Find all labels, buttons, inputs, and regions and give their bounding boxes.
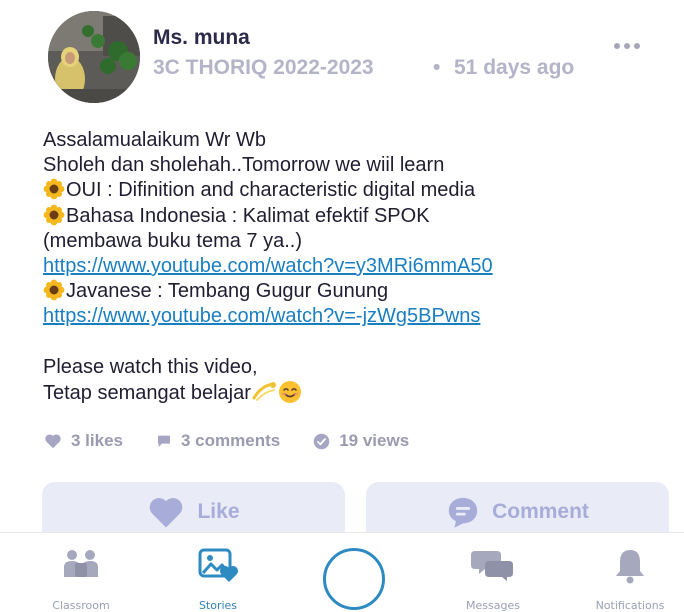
post-actions: Like Comment	[42, 482, 670, 542]
body-spacer	[43, 330, 663, 355]
more-options-button[interactable]	[610, 38, 644, 54]
more-dot-icon	[634, 43, 640, 49]
body-line: Assalamualaikum Wr Wb	[43, 129, 267, 151]
separator-dot: •	[433, 56, 441, 79]
avatar-photo	[48, 11, 140, 103]
likes-count[interactable]: 3 likes	[44, 431, 123, 451]
nav-classroom[interactable]: Classroom	[26, 533, 136, 612]
nav-classroom-label: Classroom	[52, 599, 110, 612]
comment-bubble-icon	[158, 435, 170, 447]
body-line: Javanese : Tembang Gugur Gunung	[43, 279, 663, 304]
body-line-text: OUI : Difinition and characteristic digi…	[66, 179, 476, 202]
heart-icon	[45, 434, 61, 449]
body-line-text: Tetap semangat belajar	[43, 381, 251, 404]
post-stats: 3 likes 3 comments 19 views	[44, 430, 442, 452]
comments-label: 3 comments	[181, 431, 281, 450]
views-label: 19 views	[339, 431, 410, 450]
nav-messages-label: Messages	[466, 599, 520, 612]
body-line: (membawa buku tema 7 ya..)	[43, 229, 302, 252]
more-dot-icon	[614, 43, 620, 49]
body-line: https://www.youtube.com/watch?v=-jzWg5BP…	[43, 304, 663, 329]
bell-icon	[616, 550, 644, 584]
body-line: Bahasa Indonesia : Kalimat efektif SPOK	[43, 204, 663, 229]
nav-stories-label: Stories	[198, 599, 238, 612]
views-count[interactable]: 19 views	[313, 431, 409, 451]
sunflower-icon	[43, 204, 65, 225]
nav-messages[interactable]: Messages	[438, 533, 548, 612]
body-line: Please watch this video,	[43, 355, 258, 378]
youtube-link[interactable]: https://www.youtube.com/watch?v=-jzWg5BP…	[43, 305, 480, 327]
post-timestamp: 51 days ago	[454, 56, 575, 79]
comment-label: Comment	[492, 500, 589, 523]
body-line: OUI : Difinition and characteristic digi…	[43, 178, 663, 203]
class-name[interactable]: 3C THORIQ 2022-2023	[153, 56, 374, 80]
post-header: Ms. muna 3C THORIQ 2022-2023 • 51 days a…	[0, 0, 684, 115]
body-line: Tetap semangat belajar	[43, 380, 663, 405]
body-line-text: Javanese : Tembang Gugur Gunung	[66, 280, 389, 303]
heart-icon	[150, 498, 183, 528]
author-avatar[interactable]	[48, 11, 140, 103]
sunflower-icon	[43, 279, 65, 301]
body-line: Sholeh dan sholehah..Tomorrow we wiil le…	[43, 154, 445, 177]
author-name[interactable]: Ms. muna	[153, 26, 250, 50]
nav-notifications[interactable]: Notifications	[575, 533, 684, 612]
check-circle-icon	[313, 433, 330, 449]
body-line-text: Bahasa Indonesia : Kalimat efektif SPOK	[66, 204, 430, 227]
more-dot-icon	[624, 43, 630, 49]
nav-stories[interactable]: Stories	[163, 533, 273, 612]
likes-label: 3 likes	[71, 431, 123, 450]
center-create-button[interactable]	[323, 548, 385, 610]
sunflower-icon	[43, 178, 65, 200]
nav-notifications-label: Notifications	[595, 599, 665, 612]
classroom-people-icon	[64, 550, 98, 577]
comments-count[interactable]: 3 comments	[156, 431, 280, 451]
post-body: Assalamualaikum Wr Wb Sholeh dan sholeha…	[43, 128, 663, 405]
body-line: https://www.youtube.com/watch?v=y3MRi6mm…	[43, 254, 663, 279]
dizzy-icon	[252, 381, 276, 401]
stories-photo-icon	[198, 548, 238, 582]
messages-bubbles-icon	[471, 551, 513, 581]
like-label: Like	[197, 500, 240, 523]
comment-bubble-icon	[448, 497, 478, 528]
smiling-face-icon	[278, 380, 301, 403]
youtube-link[interactable]: https://www.youtube.com/watch?v=y3MRi6mm…	[43, 255, 493, 277]
